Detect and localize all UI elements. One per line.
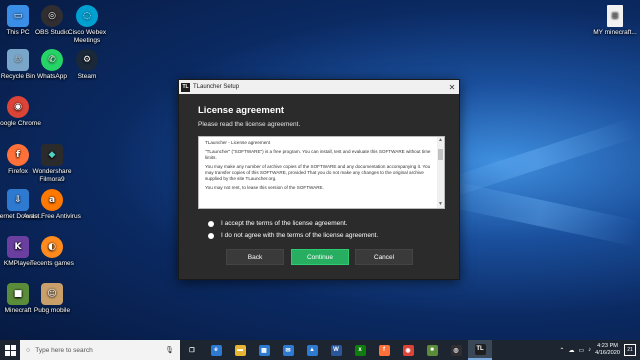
notification-center-icon[interactable]: 21 bbox=[624, 344, 636, 356]
tray-chevron-icon[interactable]: ⌃ bbox=[559, 347, 564, 354]
battery-icon[interactable]: ▭ bbox=[578, 347, 584, 354]
desktop-icon-chrome[interactable]: ◉ Google Chrome bbox=[0, 96, 47, 128]
windows-logo-icon bbox=[4, 344, 16, 356]
desktop-icon-label: Avast Free Antivirus bbox=[23, 213, 81, 220]
task-view-icon: ❐ bbox=[189, 347, 195, 354]
taskbar-pinned-store[interactable]: ▦ bbox=[252, 340, 276, 360]
document-icon: ≡ bbox=[607, 5, 623, 27]
steam-icon: ⚙ bbox=[76, 49, 98, 71]
tlauncher-setup-dialog: TL TLauncher Setup ✕ License agreement P… bbox=[178, 79, 460, 280]
tlauncher-icon: TL bbox=[474, 343, 486, 355]
decline-label: I do not agree with the terms of the lic… bbox=[221, 232, 379, 239]
dialog-titlebar[interactable]: TL TLauncher Setup ✕ bbox=[179, 80, 459, 94]
license-text-area[interactable]: TLauncher - License agreement "TLauncher… bbox=[198, 136, 445, 209]
desktop-icon-label: Pubg mobile bbox=[33, 307, 71, 314]
accept-label: I accept the terms of the license agreem… bbox=[221, 220, 348, 227]
word-icon: W bbox=[330, 344, 342, 356]
taskbar-pinned-file-explorer[interactable]: ▬ bbox=[228, 340, 252, 360]
taskbar: ○ Type here to search 🎙 ❐ e ▬ ▦ ✉ ▲ Wx f ◉ ■ ◎ TL … bbox=[0, 340, 640, 360]
clock[interactable]: 4:23 PM 4/16/2020 bbox=[595, 343, 620, 357]
system-tray: ⌃ ☁ ▭ ♪ 4:23 PM 4/16/2020 21 bbox=[559, 343, 640, 357]
onedrive-icon[interactable]: ☁ bbox=[568, 347, 574, 354]
desktop-icon-label: Tecents games bbox=[30, 260, 74, 267]
decline-option[interactable]: I do not agree with the terms of the lic… bbox=[208, 232, 378, 239]
scroll-up-icon[interactable]: ▲ bbox=[437, 137, 444, 144]
taskbar-pinned-firefox[interactable]: f bbox=[372, 340, 396, 360]
obs-icon: ◎ bbox=[450, 344, 462, 356]
page-title: License agreement bbox=[198, 105, 285, 116]
filmora-icon: ◆ bbox=[41, 144, 63, 166]
desktop-icon-label: Google Chrome bbox=[0, 120, 41, 127]
photos-icon: ▲ bbox=[306, 344, 318, 356]
microphone-icon[interactable]: 🎙 bbox=[165, 346, 174, 354]
firefox-icon: f bbox=[378, 344, 390, 356]
minecraft-icon: ■ bbox=[426, 344, 438, 356]
continue-button[interactable]: Continue bbox=[291, 249, 349, 265]
taskbar-pinned-mail[interactable]: ✉ bbox=[276, 340, 300, 360]
taskbar-pinned-word[interactable]: W bbox=[324, 340, 348, 360]
edge-icon: e bbox=[210, 344, 222, 356]
desktop-icon-label: MY minecraft... bbox=[593, 29, 637, 36]
cancel-button[interactable]: Cancel bbox=[355, 249, 413, 265]
start-button[interactable] bbox=[0, 340, 20, 360]
xbox-icon: x bbox=[354, 344, 366, 356]
search-placeholder: Type here to search bbox=[35, 346, 93, 354]
desktop-icon-tencent-games[interactable]: ◐ Tecents games bbox=[23, 236, 81, 268]
webex-icon: ◌ bbox=[76, 5, 98, 27]
taskbar-pinned-photos[interactable]: ▲ bbox=[300, 340, 324, 360]
tlauncher-app-icon: TL bbox=[181, 82, 190, 92]
desktop-icon-label: Cisco Webex Meetings bbox=[67, 29, 107, 44]
dialog-window-title: TLauncher Setup bbox=[193, 84, 240, 90]
license-paragraph: "TLauncher" ("SOFTWARE") is a free progr… bbox=[205, 149, 431, 160]
back-button[interactable]: Back bbox=[226, 249, 284, 265]
desktop-icon-my-minecraft[interactable]: ≡ MY minecraft... bbox=[586, 5, 640, 37]
decline-radio[interactable] bbox=[208, 232, 214, 239]
desktop-icon-avast[interactable]: a Avast Free Antivirus bbox=[23, 189, 81, 221]
desktop-icon-pubg[interactable]: ☺ Pubg mobile bbox=[23, 283, 81, 315]
clock-date: 4/16/2020 bbox=[595, 350, 620, 356]
volume-icon[interactable]: ♪ bbox=[588, 347, 591, 353]
taskbar-pinned-edge[interactable]: e bbox=[204, 340, 228, 360]
taskbar-pinned-chrome[interactable]: ◉ bbox=[396, 340, 420, 360]
tencent-games-icon: ◐ bbox=[41, 236, 63, 258]
chrome-icon: ◉ bbox=[402, 344, 414, 356]
desktop-icon-webex[interactable]: ◌ Cisco Webex Meetings bbox=[58, 5, 116, 45]
taskbar-search[interactable]: ○ Type here to search 🎙 bbox=[20, 340, 180, 360]
desktop-icon-steam[interactable]: ⚙ Steam bbox=[58, 49, 116, 81]
clock-time: 4:23 PM bbox=[597, 343, 618, 349]
license-paragraph: TLauncher - License agreement bbox=[205, 140, 271, 145]
mail-icon: ✉ bbox=[282, 344, 294, 356]
taskbar-pinned-obs[interactable]: ◎ bbox=[444, 340, 468, 360]
license-paragraph: You may make any number of archive copie… bbox=[205, 164, 431, 181]
accept-radio[interactable] bbox=[208, 220, 214, 227]
search-icon: ○ bbox=[26, 346, 31, 354]
desktop-icon-filmora[interactable]: ◆ Wondershare Filmora9 bbox=[23, 144, 81, 184]
chrome-icon: ◉ bbox=[7, 96, 29, 118]
desktop-icon-label: Wondershare Filmora9 bbox=[32, 168, 72, 183]
scroll-down-icon[interactable]: ▼ bbox=[437, 201, 444, 208]
avast-icon: a bbox=[41, 189, 63, 211]
store-icon: ▦ bbox=[258, 344, 270, 356]
taskbar-pinned-task-view[interactable]: ❐ bbox=[180, 340, 204, 360]
page-subtitle: Please read the license agreement. bbox=[198, 121, 301, 128]
close-icon[interactable]: ✕ bbox=[445, 83, 459, 92]
file-explorer-icon: ▬ bbox=[234, 344, 246, 356]
pubg-icon: ☺ bbox=[41, 283, 63, 305]
license-paragraph: You may not rent, to lease this version … bbox=[205, 185, 324, 190]
license-scrollbar[interactable]: ▲ ▼ bbox=[437, 137, 444, 208]
scrollbar-thumb[interactable] bbox=[438, 149, 443, 160]
taskbar-tlauncher[interactable]: TL bbox=[468, 340, 492, 360]
desktop-icon-label: Steam bbox=[77, 73, 97, 80]
taskbar-pinned-xbox[interactable]: x bbox=[348, 340, 372, 360]
accept-option[interactable]: I accept the terms of the license agreem… bbox=[208, 220, 347, 227]
taskbar-pinned-minecraft[interactable]: ■ bbox=[420, 340, 444, 360]
